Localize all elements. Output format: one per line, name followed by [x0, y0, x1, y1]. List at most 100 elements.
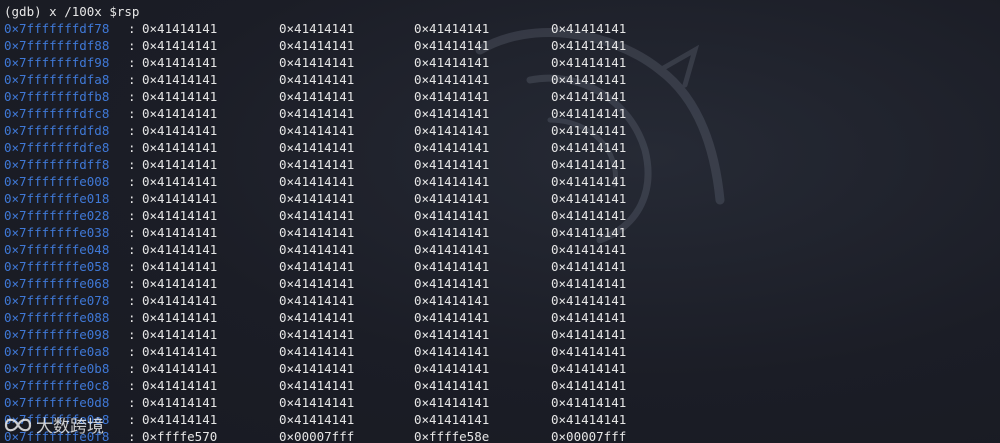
memory-word: 0×41414141	[279, 123, 355, 138]
memory-word: 0×41414141	[414, 72, 490, 87]
memory-address: 0×7fffffffdfd8	[4, 123, 110, 138]
memory-word: 0×41414141	[279, 293, 355, 308]
address-separator: :	[128, 344, 136, 359]
address-separator: :	[128, 276, 136, 291]
memory-row: 0×7fffffffe0e8:0×41414141 0×41414141 0×414…	[4, 411, 994, 428]
brand-text: 大数跨境	[36, 417, 104, 437]
address-separator: :	[128, 327, 136, 342]
memory-row: 0×7fffffffe038:0×41414141 0×41414141 0×414…	[4, 224, 994, 241]
memory-word: 0×41414141	[142, 55, 218, 70]
memory-word: 0×41414141	[414, 55, 490, 70]
memory-row: 0×7fffffffe048:0×41414141 0×41414141 0×414…	[4, 241, 994, 258]
memory-word: 0×41414141	[142, 225, 218, 240]
address-separator: :	[128, 412, 136, 427]
memory-row: 0×7fffffffe008:0×41414141 0×41414141 0×414…	[4, 173, 994, 190]
address-separator: :	[128, 395, 136, 410]
memory-word: 0×41414141	[279, 174, 355, 189]
memory-word: 0×41414141	[142, 123, 218, 138]
memory-address: 0×7fffffffdf98	[4, 55, 110, 70]
memory-word: 0×41414141	[279, 378, 355, 393]
memory-address: 0×7fffffffe0a8	[4, 344, 110, 359]
memory-word: 0×41414141	[142, 191, 218, 206]
memory-row: 0×7fffffffdf98:0×41414141 0×41414141 0×414…	[4, 54, 994, 71]
memory-word: 0×41414141	[551, 38, 627, 53]
memory-address: 0×7fffffffe098	[4, 327, 110, 342]
memory-word: 0×ffffe570	[142, 429, 218, 443]
memory-word: 0×41414141	[414, 106, 490, 121]
memory-word: 0×41414141	[414, 293, 490, 308]
memory-row: 0×7fffffffe098:0×41414141 0×41414141 0×414…	[4, 326, 994, 343]
memory-address: 0×7fffffffe068	[4, 276, 110, 291]
memory-row: 0×7fffffffe058:0×41414141 0×41414141 0×414…	[4, 258, 994, 275]
memory-word: 0×41414141	[279, 276, 355, 291]
address-separator: :	[128, 38, 136, 53]
memory-word: 0×41414141	[142, 310, 218, 325]
memory-row: 0×7fffffffdf78:0×41414141 0×41414141 0×414…	[4, 20, 994, 37]
memory-word: 0×41414141	[551, 106, 627, 121]
memory-address: 0×7fffffffe078	[4, 293, 110, 308]
memory-row: 0×7fffffffdff8:0×41414141 0×41414141 0×414…	[4, 156, 994, 173]
memory-word: 0×41414141	[142, 174, 218, 189]
memory-word: 0×41414141	[551, 412, 627, 427]
memory-word: 0×00007fff	[551, 429, 627, 443]
memory-address: 0×7fffffffe0d8	[4, 395, 110, 410]
memory-address: 0×7fffffffe058	[4, 259, 110, 274]
memory-word: 0×41414141	[279, 140, 355, 155]
memory-address: 0×7fffffffdff8	[4, 157, 110, 172]
memory-word: 0×41414141	[414, 208, 490, 223]
memory-word: 0×41414141	[414, 310, 490, 325]
memory-row: 0×7fffffffdf88: 0×41414141 0×41414141 0×414…	[4, 37, 994, 54]
memory-address: 0×7fffffffe028	[4, 208, 110, 223]
memory-word: 0×41414141	[414, 38, 490, 53]
memory-word: 0×41414141	[414, 395, 490, 410]
memory-word: 0×41414141	[279, 38, 355, 53]
memory-word: 0×41414141	[414, 327, 490, 342]
memory-word: 0×41414141	[551, 276, 627, 291]
memory-word: 0×41414141	[551, 310, 627, 325]
memory-word: 0×41414141	[279, 208, 355, 223]
memory-dump: 0×7fffffffdf78:0×41414141 0×41414141 0×414…	[4, 20, 994, 443]
memory-row: 0×7fffffffe018:0×41414141 0×41414141 0×414…	[4, 190, 994, 207]
memory-address: 0×7fffffffdfb8	[4, 89, 110, 104]
memory-address: 0×7fffffffdf88	[4, 38, 110, 53]
memory-word: 0×41414141	[414, 140, 490, 155]
memory-word: 0×41414141	[551, 395, 627, 410]
memory-word: 0×41414141	[551, 242, 627, 257]
memory-word: 0×41414141	[142, 344, 218, 359]
memory-row: 0×7fffffffdfd8:0×41414141 0×41414141 0×414…	[4, 122, 994, 139]
address-separator: :	[128, 89, 136, 104]
memory-word: 0×00007fff	[279, 429, 355, 443]
memory-address: 0×7fffffffe038	[4, 225, 110, 240]
address-separator: :	[128, 106, 136, 121]
memory-word: 0×41414141	[551, 55, 627, 70]
memory-word: 0×41414141	[414, 89, 490, 104]
memory-word: 0×41414141	[414, 123, 490, 138]
memory-word: 0×41414141	[279, 21, 355, 36]
memory-word: 0×41414141	[142, 378, 218, 393]
address-separator: :	[128, 140, 136, 155]
memory-word: 0×41414141	[142, 327, 218, 342]
memory-address: 0×7fffffffe0c8	[4, 378, 110, 393]
memory-word: 0×41414141	[279, 310, 355, 325]
memory-row: 0×7fffffffe078:0×41414141 0×41414141 0×414…	[4, 292, 994, 309]
memory-word: 0×41414141	[551, 225, 627, 240]
memory-row: 0×7fffffffdfb8:0×41414141 0×41414141 0×414…	[4, 88, 994, 105]
memory-word: 0×41414141	[142, 293, 218, 308]
memory-row: 0×7fffffffdfe8:0×41414141 0×41414141 0×414…	[4, 139, 994, 156]
memory-address: 0×7fffffffdf78	[4, 21, 110, 36]
memory-row: 0×7fffffffe0a8:0×41414141 0×41414141 0×414…	[4, 343, 994, 360]
memory-word: 0×41414141	[414, 225, 490, 240]
memory-word: 0×41414141	[142, 361, 218, 376]
address-separator: :	[128, 174, 136, 189]
infinity-logo-icon	[4, 418, 32, 431]
memory-word: 0×41414141	[414, 344, 490, 359]
memory-word: 0×41414141	[279, 106, 355, 121]
address-separator: :	[128, 429, 136, 443]
address-separator: :	[128, 72, 136, 87]
memory-word: 0×41414141	[142, 72, 218, 87]
memory-word: 0×41414141	[414, 412, 490, 427]
memory-address: 0×7fffffffe018	[4, 191, 110, 206]
gdb-command-line: (gdb) x /100x $rsp	[4, 4, 140, 19]
terminal-output: (gdb) x /100x $rsp 0×7fffffffdf78:0×4141…	[4, 3, 994, 443]
memory-word: 0×41414141	[279, 157, 355, 172]
